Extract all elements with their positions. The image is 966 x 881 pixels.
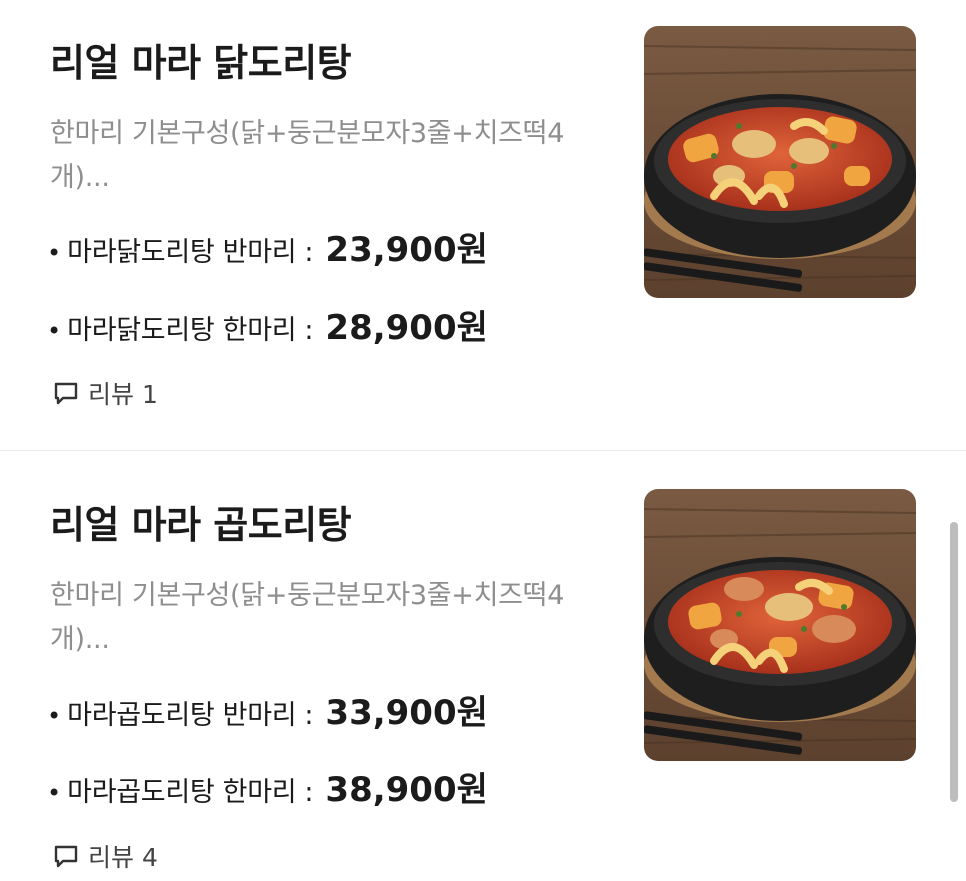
review-count: 리뷰 4 bbox=[88, 843, 158, 872]
comment-icon bbox=[54, 845, 78, 868]
menu-item-image[interactable] bbox=[644, 489, 916, 761]
menu-item-description: 한마리 기본구성(닭+둥근분모자3줄+치즈떡4개)... bbox=[50, 580, 565, 655]
price-option-label: 마라닭도리탕 반마리 bbox=[67, 237, 297, 268]
menu-item[interactable]: 리얼 마라 곱도리탕 한마리 기본구성(닭+둥근분모자3줄+치즈떡4개)... … bbox=[0, 451, 966, 881]
bullet: • bbox=[47, 779, 62, 807]
bullet: • bbox=[47, 702, 62, 730]
mala-stew-dish-photo bbox=[644, 489, 916, 761]
price-option-price: 38,900원 bbox=[325, 770, 488, 810]
price-separator: : bbox=[304, 777, 314, 808]
menu-item[interactable]: 리얼 마라 닭도리탕 한마리 기본구성(닭+둥근분모자3줄+치즈떡4개)... … bbox=[0, 0, 966, 451]
menu-item-title: 리얼 마라 닭도리탕 bbox=[50, 41, 352, 85]
price-option: • 마라닭도리탕 반마리 : 23,900원 bbox=[47, 222, 488, 271]
price-separator: : bbox=[304, 237, 314, 268]
menu-item-image[interactable] bbox=[644, 26, 916, 298]
price-option-label: 마라닭도리탕 한마리 bbox=[67, 315, 297, 346]
price-option: • 마라곱도리탕 반마리 : 33,900원 bbox=[47, 685, 488, 734]
review-count: 리뷰 1 bbox=[88, 380, 158, 409]
price-separator: : bbox=[304, 315, 314, 346]
bullet: • bbox=[47, 239, 62, 267]
menu-item-description: 한마리 기본구성(닭+둥근분모자3줄+치즈떡4개)... bbox=[50, 118, 565, 193]
scrollbar[interactable] bbox=[950, 522, 958, 802]
price-option-label: 마라곱도리탕 한마리 bbox=[67, 777, 297, 808]
menu-list: 리얼 마라 닭도리탕 한마리 기본구성(닭+둥근분모자3줄+치즈떡4개)... … bbox=[0, 0, 966, 881]
price-option-label: 마라곱도리탕 반마리 bbox=[67, 700, 297, 731]
price-option-price: 28,900원 bbox=[325, 308, 488, 348]
mala-stew-dish-photo bbox=[644, 26, 916, 298]
menu-item-title: 리얼 마라 곱도리탕 bbox=[50, 503, 352, 547]
bullet: • bbox=[47, 317, 62, 345]
comment-icon bbox=[54, 382, 78, 405]
price-separator: : bbox=[304, 700, 314, 731]
review-link[interactable]: 리뷰 4 bbox=[52, 838, 158, 874]
price-option-price: 23,900원 bbox=[325, 230, 488, 270]
price-option: • 마라닭도리탕 한마리 : 28,900원 bbox=[47, 300, 488, 349]
price-option-price: 33,900원 bbox=[325, 693, 488, 733]
review-link[interactable]: 리뷰 1 bbox=[52, 375, 158, 411]
price-option: • 마라곱도리탕 한마리 : 38,900원 bbox=[47, 762, 488, 811]
